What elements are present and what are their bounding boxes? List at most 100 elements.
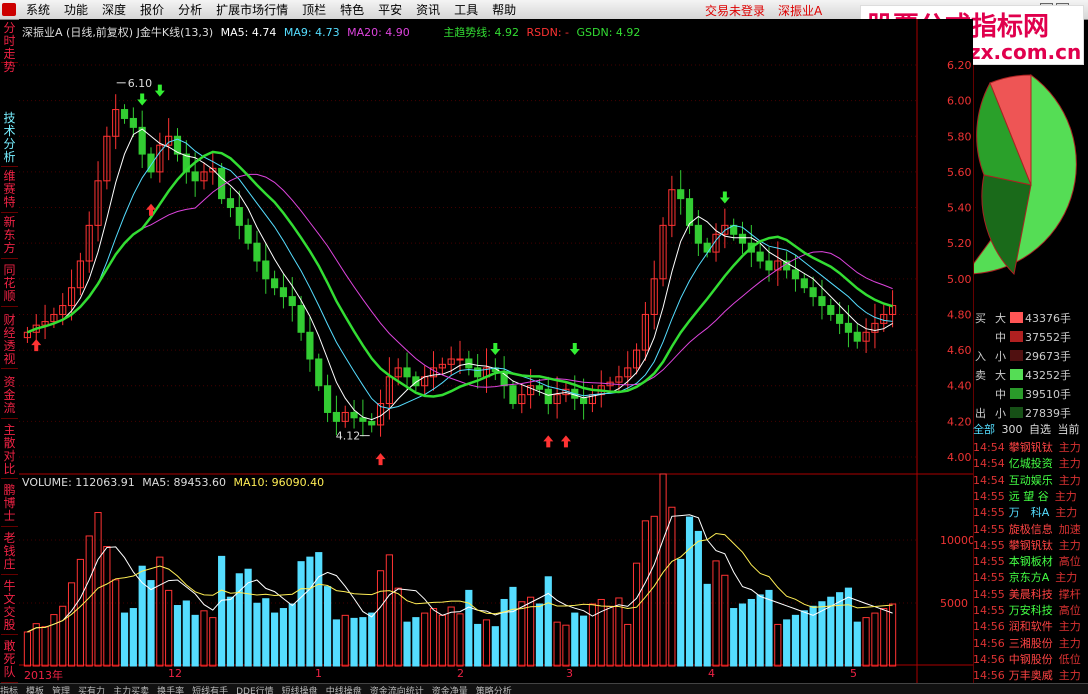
kline-chart[interactable]: 6.10 4.12 6.20 6.00 5.80 5.60 5.40 5.20 5.00 4.8… — [19, 19, 973, 683]
volume-bar — [218, 555, 226, 667]
size-label: 小 — [995, 407, 1006, 420]
menu-item-features[interactable]: 特色 — [333, 1, 371, 18]
color-swatch — [1010, 350, 1023, 361]
ticker-row[interactable]: 14:55 本钢板材 高位 — [973, 553, 1088, 569]
left-tab-strip: 分时走势 技术分析 维赛特 新东方 同花顺 财经透视 资金流 主散对比 鹏博士 … — [0, 20, 20, 685]
tab-xindongfang[interactable]: 新东方 — [1, 216, 18, 259]
volume-value: 37552手 — [1025, 331, 1071, 344]
menu-item-function[interactable]: 功能 — [57, 1, 95, 18]
volume-tick-label: 10000 — [940, 534, 973, 547]
ticker-time: 14:55 — [973, 506, 1005, 520]
volume-bar — [279, 608, 288, 667]
tab-main-retail[interactable]: 主散对比 — [1, 424, 18, 479]
ticker-action: 主力 — [1055, 506, 1078, 520]
price-tick-label: 5.00 — [947, 273, 972, 286]
menu-item-extended-market[interactable]: 扩展市场行情 — [209, 1, 295, 18]
candle-body — [544, 388, 552, 405]
indicator-info-line: 深振业A (日线,前复权) J金牛K线(13,3) MA5: 4.74 MA9:… — [22, 24, 640, 40]
menu-item-news[interactable]: 资讯 — [409, 1, 447, 18]
menu-item-analysis[interactable]: 分析 — [171, 1, 209, 18]
volume-bar — [783, 619, 791, 667]
candle-body — [694, 224, 702, 244]
price-tick-label: 4.80 — [947, 308, 972, 321]
volume-bar — [120, 612, 129, 667]
volume-value: 43252手 — [1025, 369, 1071, 382]
candle-body — [853, 331, 861, 342]
volume-bar — [800, 610, 808, 667]
date-label-jan: 1 — [315, 667, 322, 680]
ticker-time: 14:55 — [973, 587, 1005, 601]
price-tick-label: 5.20 — [947, 237, 972, 250]
tab-finance-view[interactable]: 财经透视 — [1, 314, 18, 369]
candle-body — [836, 313, 844, 324]
ticker-row[interactable]: 14:55 美晨科技 撑杆 — [973, 586, 1088, 602]
tab-gansidui[interactable]: 敢死队 — [1, 640, 18, 683]
tab-intraday[interactable]: 分时走势 — [1, 22, 18, 74]
volume-value: 27839手 — [1025, 407, 1071, 420]
volume-bar — [544, 576, 552, 667]
ticker-stock-name: 亿城投资 — [1008, 457, 1053, 471]
volume-value: 43376手 — [1025, 312, 1071, 325]
candle-body — [844, 322, 853, 333]
tab-laoqianzhuang[interactable]: 老钱庄 — [1, 532, 18, 575]
menu-item-system[interactable]: 系统 — [19, 1, 57, 18]
tab-fund-flow[interactable]: 资金流 — [1, 376, 18, 419]
trade-login-status[interactable]: 交易未登录 — [705, 2, 765, 19]
menu-item-help[interactable]: 帮助 — [485, 1, 523, 18]
tab-300[interactable]: 300 — [1002, 423, 1023, 436]
volume-bar — [730, 608, 738, 667]
ticker-action: 主力 — [1054, 489, 1077, 503]
candle-body — [315, 358, 323, 387]
ticker-stock-name: 万安科技 — [1008, 604, 1053, 617]
ticker-stock-name: 攀钢钒钛 — [1008, 441, 1053, 454]
ticker-time: 14:55 — [973, 538, 1005, 552]
volume-bar — [147, 580, 155, 667]
ticker-row[interactable]: 14:55 京东方A 主力 — [973, 569, 1088, 585]
price-tick-label: 5.40 — [947, 202, 972, 215]
ticker-row[interactable]: 14:54 攀钢钒钛 主力 — [973, 439, 1088, 455]
ticker-row[interactable]: 14:54 互动娱乐 主力 — [973, 472, 1088, 488]
tab-tonghuashun[interactable]: 同花顺 — [1, 264, 18, 307]
tab-watchlist[interactable]: 自选 — [1029, 423, 1051, 436]
ticker-row[interactable]: 14:55 万 科A 主力 — [973, 504, 1088, 520]
ticker-row[interactable]: 14:56 万丰奥威 主力 — [973, 667, 1088, 683]
ticker-row[interactable]: 14:56 三湘股份 主力 — [973, 635, 1088, 651]
ticker-row[interactable]: 14:54 亿城投资 主力 — [973, 455, 1088, 471]
ticker-row[interactable]: 14:56 润和软件 主力 — [973, 618, 1088, 634]
date-label-mar: 3 — [566, 667, 573, 680]
ticker-row[interactable]: 14:55 远 望 谷主力 — [973, 488, 1088, 504]
stock-title: 深振业A (日线,前复权) — [22, 26, 134, 39]
bottom-tab-bar: 指标 模板 管理 买有力 主力买卖 换手率 短线有手 DDE行情 短线操盘 中线操盘 资金流向统计资… — [0, 683, 1088, 694]
ticker-row[interactable]: 14:55 攀钢钒钛 主力 — [973, 537, 1088, 553]
tab-technical-analysis[interactable]: 技术分析 — [1, 112, 18, 167]
ticker-action: 主力 — [1058, 441, 1081, 454]
candle-body — [288, 296, 296, 307]
ticker-row[interactable]: 14:55 旋极信息 加速 — [973, 521, 1088, 537]
indicator-name: J金牛K线(13,3) — [136, 26, 214, 39]
candle-body — [456, 358, 464, 361]
menu-item-quote[interactable]: 报价 — [133, 1, 171, 18]
tab-weisaite[interactable]: 维赛特 — [1, 170, 18, 213]
menu-item-tools[interactable]: 工具 — [447, 1, 485, 18]
ticker-stock-name: 万 科A — [1008, 506, 1050, 520]
volume-bar — [403, 621, 411, 667]
ticker-action: 主力 — [1058, 457, 1081, 471]
tab-current[interactable]: 当前 — [1058, 423, 1080, 436]
volume-tick-label: 5000 — [940, 597, 968, 610]
menu-item-topbar[interactable]: 顶栏 — [295, 1, 333, 18]
tab-pengboshi[interactable]: 鹏博士 — [1, 484, 18, 527]
candle-body — [368, 420, 376, 426]
volume-bar — [191, 614, 199, 667]
menu-item-pingan[interactable]: 平安 — [371, 1, 409, 18]
menu-item-depth[interactable]: 深度 — [95, 1, 133, 18]
fund-flow-pie — [965, 74, 1077, 276]
size-label: 小 — [995, 350, 1006, 363]
ticker-stock-name: 京东方A — [1008, 571, 1050, 585]
color-swatch — [1010, 331, 1023, 342]
tab-niuwen[interactable]: 牛文交股 — [1, 580, 18, 635]
ticker-row[interactable]: 14:56 中钢股份 低位 — [973, 651, 1088, 667]
candle-body — [306, 331, 314, 360]
tab-all[interactable]: 全部 — [973, 423, 995, 436]
volume-bar — [694, 530, 702, 667]
ticker-row[interactable]: 14:55 万安科技 高位 — [973, 602, 1088, 618]
